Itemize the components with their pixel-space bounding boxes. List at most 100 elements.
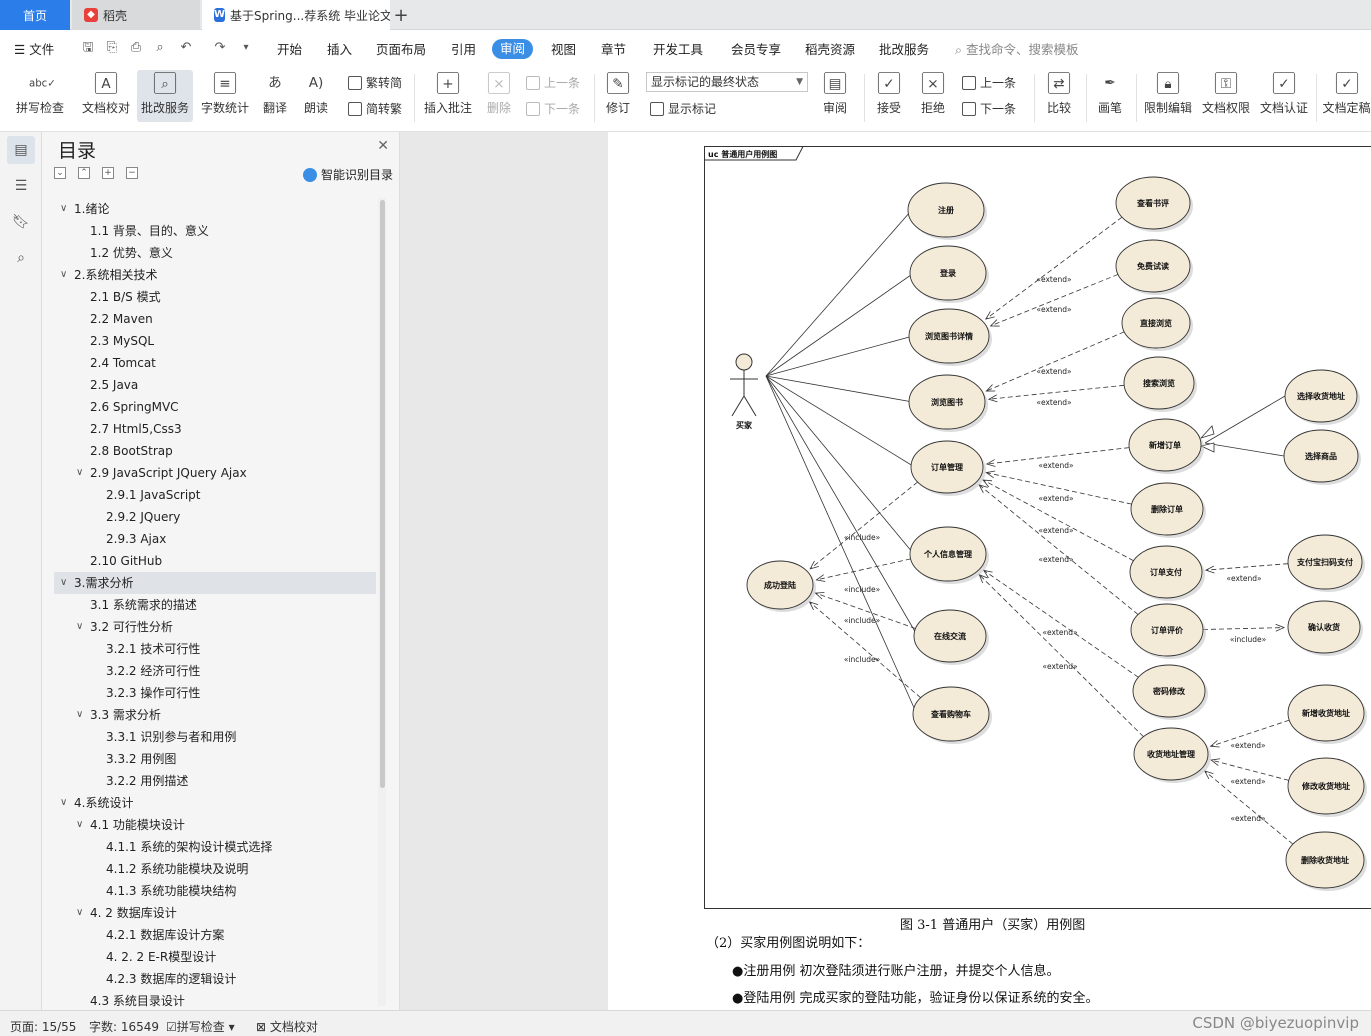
menu-grading[interactable]: 批改服务 [879,40,929,60]
menu-insert[interactable]: 插入 [327,40,352,60]
quick-access-more-icon[interactable]: ▾ [238,40,254,56]
revise-button[interactable]: ✎ 修订 [600,70,636,122]
doc-certify-button[interactable]: ✓ 文档认证 [1258,70,1310,122]
delete-comment-button[interactable]: × 删除 [480,70,518,122]
chevron-down-icon[interactable]: ∨ [60,198,67,220]
toc-item[interactable]: 4.2.1 数据库设计方案 [54,924,376,946]
toc-item[interactable]: 2.9.3 Ajax [54,528,376,550]
toc-item[interactable]: 2.9.2 JQuery [54,506,376,528]
toc-item[interactable]: 3.2.3 操作可行性 [54,682,376,704]
chevron-down-icon[interactable]: ∨ [60,792,67,814]
spellcheck-button[interactable]: abc✓ 拼写检查 [8,70,72,122]
chevron-down-icon[interactable]: ∨ [76,616,83,638]
document-page[interactable]: uc 普通用户用例图 «extend» «extend» «extend» «exten… [608,132,1371,1010]
toc-item[interactable]: 4.1.3 系统功能模块结构 [54,880,376,902]
menu-devtools[interactable]: 开发工具 [653,40,703,60]
promote-icon[interactable]: + [102,167,114,179]
toc-item[interactable]: 1.2 优势、意义 [54,242,376,264]
toc-item[interactable]: 2.9.1 JavaScript [54,484,376,506]
toc-item[interactable]: 2.10 GitHub [54,550,376,572]
toc-item[interactable]: 2.6 SpringMVC [54,396,376,418]
toc-item[interactable]: 3.2.1 技术可行性 [54,638,376,660]
toc-item[interactable]: 4.2.3 数据库的逻辑设计 [54,968,376,990]
grading-button[interactable]: ⌕ 批改服务 [137,70,193,122]
chevron-down-icon[interactable]: ∨ [76,462,83,484]
toc-item[interactable]: 3.3.1 识别参与者和用例 [54,726,376,748]
spellcheck-status[interactable]: ☑拼写检查 ▾ [166,1018,235,1035]
file-menu[interactable]: ☰ 文件 [14,40,54,60]
toc-item[interactable]: 2.2 Maven [54,308,376,330]
word-count-indicator[interactable]: 字数: 16549 [89,1018,159,1035]
tab-home[interactable]: 首页 [0,0,70,30]
toc-item[interactable]: ∨ 3.2 可行性分析 [54,616,376,638]
export-pdf-icon[interactable]: ⎘ [104,40,120,56]
proofread-status[interactable]: ⊠ 文档校对 [256,1018,318,1035]
expand-all-icon[interactable]: ⌄ [54,167,66,179]
search-icon[interactable]: ⌕ [11,248,31,268]
restrict-edit-button[interactable]: 🔒︎ 限制编辑 [1142,70,1194,122]
next-change-button[interactable]: 下一条 [962,100,1016,118]
undo-icon[interactable]: ↶ [178,40,194,56]
prev-change-button[interactable]: 上一条 [962,74,1016,92]
print-preview-icon[interactable]: ⌕ [152,40,168,56]
menu-review[interactable]: 审阅 [492,39,534,59]
reject-button[interactable]: × 拒绝 [914,70,952,122]
toc-item[interactable]: 2.4 Tomcat [54,352,376,374]
toc-item[interactable]: 2.5 Java [54,374,376,396]
chevron-down-icon[interactable]: ∨ [60,572,67,594]
close-icon[interactable]: ✕ [377,138,389,154]
toc-item[interactable]: 3.2.2 经济可行性 [54,660,376,682]
menu-references[interactable]: 引用 [451,40,476,60]
toc-item[interactable]: ∨ 4.系统设计 [54,792,376,814]
translate-button[interactable]: あ翻译 [256,70,294,122]
toc-item[interactable]: ∨ 4.1 功能模块设计 [54,814,376,836]
toc-item[interactable]: 2.3 MySQL [54,330,376,352]
demote-icon[interactable]: − [126,167,138,179]
menu-chapter[interactable]: 章节 [601,40,626,60]
accept-button[interactable]: ✓ 接受 [870,70,908,122]
prev-comment-button[interactable]: 上一条 [526,74,580,92]
toc-item[interactable]: 2.7 Html5,Css3 [54,418,376,440]
toc-item[interactable]: 4.1.1 系统的架构设计模式选择 [54,836,376,858]
chevron-down-icon[interactable]: ∨ [76,902,83,924]
toc-item[interactable]: ∨ 4. 2 数据库设计 [54,902,376,924]
word-count-button[interactable]: ≡ 字数统计 [198,70,252,122]
redo-icon[interactable]: ↷ [212,40,228,56]
toc-item[interactable]: ∨ 3.需求分析 [54,572,376,594]
print-icon[interactable]: ⎙ [128,40,144,56]
doc-check-button[interactable]: A 文档校对 [78,70,134,122]
toc-item[interactable]: ∨ 3.3 需求分析 [54,704,376,726]
toc-item[interactable]: 4.1.2 系统功能模块及说明 [54,858,376,880]
page-indicator[interactable]: 页面: 15/55 [10,1018,76,1035]
toc-scrollbar-thumb[interactable] [380,200,385,788]
simp-to-trad-button[interactable]: 简转繁 [348,100,402,118]
toc-item[interactable]: ∨ 2.9 JavaScript JQuery Ajax [54,462,376,484]
chapter-nav-icon[interactable]: ☰ [11,176,31,196]
tab-document[interactable]: W 基于Spring...荐系统 毕业论文 [202,0,390,30]
menu-start[interactable]: 开始 [277,40,302,60]
compare-button[interactable]: ⇄ 比较 [1040,70,1078,122]
menu-view[interactable]: 视图 [551,40,576,60]
collapse-all-icon[interactable]: ⌃ [78,167,90,179]
review-pane-button[interactable]: ▤ 审阅 [816,70,854,122]
toc-item[interactable]: 3.3.2 用例图 [54,748,376,770]
toc-item[interactable]: ∨ 1.绪论 [54,198,376,220]
toc-panel-icon[interactable]: ▤ [7,136,35,164]
toc-item[interactable]: 2.1 B/S 模式 [54,286,376,308]
new-tab-button[interactable]: + [390,0,412,30]
save-icon[interactable]: 🖫 [80,40,96,56]
smart-toc-button[interactable]: 智能识别目录 [302,166,393,183]
chevron-down-icon[interactable]: ∨ [76,704,83,726]
pen-button[interactable]: ✒ 画笔 [1092,70,1128,122]
toc-item[interactable]: 4. 2. 2 E-R模型设计 [54,946,376,968]
toc-item[interactable]: 4.3 系统目录设计 [54,990,376,1010]
toc-item[interactable]: 3.2.2 用例描述 [54,770,376,792]
tab-daoke[interactable]: ◆ 稻壳 [72,0,200,30]
menu-member[interactable]: 会员专享 [731,40,781,60]
doc-finalize-button[interactable]: ✓ 文档定稿 [1322,70,1371,122]
trad-to-simp-button[interactable]: 繁转简 [348,74,402,92]
toc-item[interactable]: 2.8 BootStrap [54,440,376,462]
bookmark-icon[interactable]: 🔖︎ [11,212,31,232]
insert-comment-button[interactable]: + 插入批注 [422,70,474,122]
chevron-down-icon[interactable]: ∨ [76,814,83,836]
